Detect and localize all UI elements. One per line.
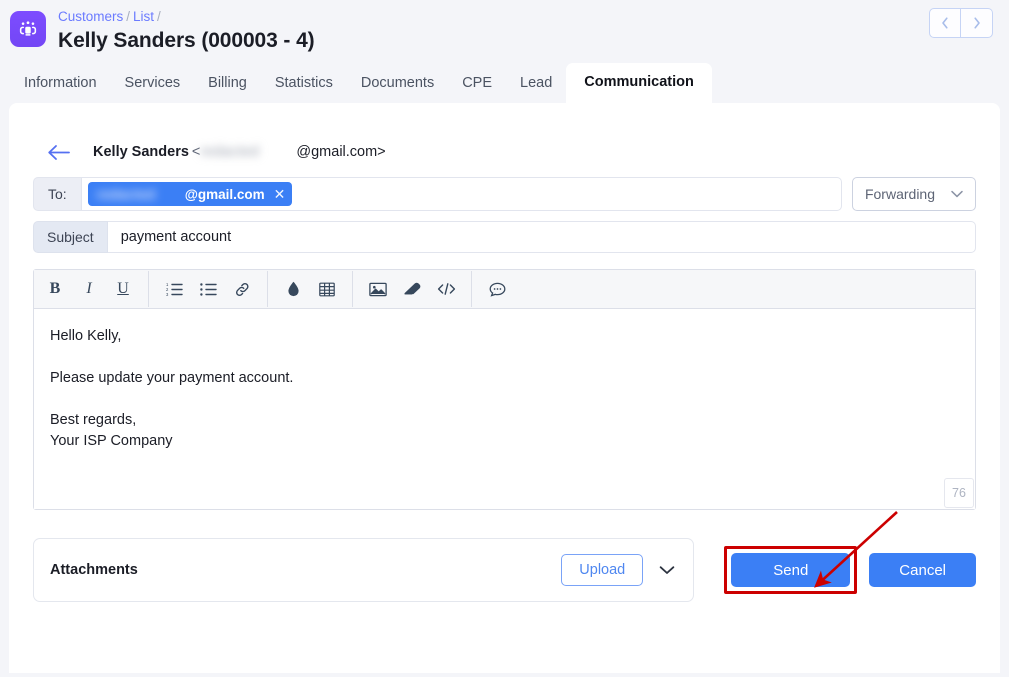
arrow-left-icon[interactable]	[47, 144, 71, 161]
subject-label: Subject	[33, 221, 108, 253]
prev-record-button[interactable]	[929, 8, 961, 38]
comment-icon[interactable]	[480, 271, 514, 307]
toolbar-separator	[267, 271, 268, 307]
recipient-bracket: <	[191, 144, 201, 160]
record-navigation	[929, 8, 993, 38]
chevron-right-icon	[973, 17, 980, 29]
attachments-panel: Attachments Upload	[33, 538, 695, 602]
toolbar-separator	[148, 271, 149, 307]
send-button-highlight: Send	[724, 546, 858, 594]
tab-communication[interactable]: Communication	[566, 63, 712, 103]
toolbar-separator	[352, 271, 353, 307]
recipient-blurred-address: redacted	[200, 144, 260, 160]
chevron-down-icon[interactable]	[659, 565, 675, 575]
message-body[interactable]: Hello Kelly, Please update your payment …	[34, 309, 975, 509]
chevron-left-icon	[942, 17, 948, 29]
recipient-line: Kelly Sanders < redacted @gmail.com>	[93, 144, 386, 160]
rich-text-editor: B I U 123 Hello Kelly, Please update you…	[33, 269, 976, 510]
to-label: To:	[33, 177, 82, 211]
subject-row: Subject	[33, 221, 976, 253]
tab-statistics[interactable]: Statistics	[261, 65, 347, 103]
recipient-name: Kelly Sanders	[93, 144, 189, 160]
table-icon[interactable]	[310, 271, 344, 307]
tab-lead[interactable]: Lead	[506, 65, 566, 103]
character-count-badge: 76	[944, 478, 974, 508]
cancel-button[interactable]: Cancel	[869, 553, 976, 587]
body-paragraph-1: Hello Kelly,	[50, 328, 122, 344]
tab-documents[interactable]: Documents	[347, 65, 448, 103]
tab-bar: Information Services Billing Statistics …	[0, 62, 1009, 103]
breadcrumb-item-list[interactable]: List	[133, 9, 154, 24]
editor-toolbar: B I U 123	[34, 270, 975, 309]
tab-billing[interactable]: Billing	[194, 65, 261, 103]
ordered-list-icon[interactable]: 123	[157, 271, 191, 307]
code-icon[interactable]	[429, 271, 463, 307]
recipient-chip-domain: @gmail.com	[184, 186, 265, 202]
upload-button[interactable]: Upload	[561, 554, 644, 586]
page-title: Kelly Sanders (000003 - 4)	[58, 29, 315, 52]
svg-text:3: 3	[166, 292, 169, 297]
communication-panel: Kelly Sanders < redacted @gmail.com> To:…	[9, 103, 1000, 673]
body-paragraph-2: Please update your payment account.	[50, 370, 294, 386]
recipient-domain: @gmail.com>	[296, 144, 386, 160]
tab-services[interactable]: Services	[111, 65, 195, 103]
unordered-list-icon[interactable]	[191, 271, 225, 307]
color-droplet-icon[interactable]	[276, 271, 310, 307]
breadcrumb-separator-1: /	[126, 9, 131, 24]
title-block: Customers / List / Kelly Sanders (000003 - …	[58, 6, 315, 54]
eraser-icon[interactable]	[395, 271, 429, 307]
action-buttons: Send Cancel	[724, 546, 976, 594]
compose-footer: Attachments Upload Send Cancel	[33, 538, 976, 602]
tab-information[interactable]: Information	[10, 65, 111, 103]
underline-icon[interactable]: U	[106, 271, 140, 307]
to-row: To: redacted @gmail.com ✕ Forwarding	[33, 177, 976, 211]
page-header: Customers / List / Kelly Sanders (000003 - …	[0, 0, 1009, 62]
forwarding-value: Forwarding	[864, 186, 935, 202]
body-closing: Best regards,	[50, 412, 137, 428]
bold-icon[interactable]: B	[38, 271, 72, 307]
send-button[interactable]: Send	[731, 553, 851, 587]
italic-icon[interactable]: I	[72, 271, 106, 307]
chevron-down-icon	[951, 190, 963, 198]
customers-group-icon	[10, 11, 46, 47]
breadcrumb: Customers / List /	[58, 8, 315, 25]
compose-header: Kelly Sanders < redacted @gmail.com>	[33, 103, 976, 171]
subject-input[interactable]	[107, 221, 976, 253]
to-input-field[interactable]: redacted @gmail.com ✕	[81, 177, 842, 211]
close-icon[interactable]: ✕	[274, 186, 286, 203]
recipient-chip-blurred: redacted	[96, 186, 156, 202]
recipient-chip[interactable]: redacted @gmail.com ✕	[87, 182, 293, 206]
forwarding-dropdown[interactable]: Forwarding	[851, 177, 976, 211]
attachments-label: Attachments	[50, 562, 138, 578]
image-icon[interactable]	[361, 271, 395, 307]
breadcrumb-item-customers[interactable]: Customers	[58, 9, 123, 24]
next-record-button[interactable]	[961, 8, 993, 38]
body-signature: Your ISP Company	[50, 433, 173, 449]
link-icon[interactable]	[225, 271, 259, 307]
tab-cpe[interactable]: CPE	[448, 65, 506, 103]
toolbar-separator	[471, 271, 472, 307]
body-paragraph-3: Best regards, Your ISP Company	[50, 410, 959, 452]
breadcrumb-separator-2: /	[157, 9, 161, 24]
